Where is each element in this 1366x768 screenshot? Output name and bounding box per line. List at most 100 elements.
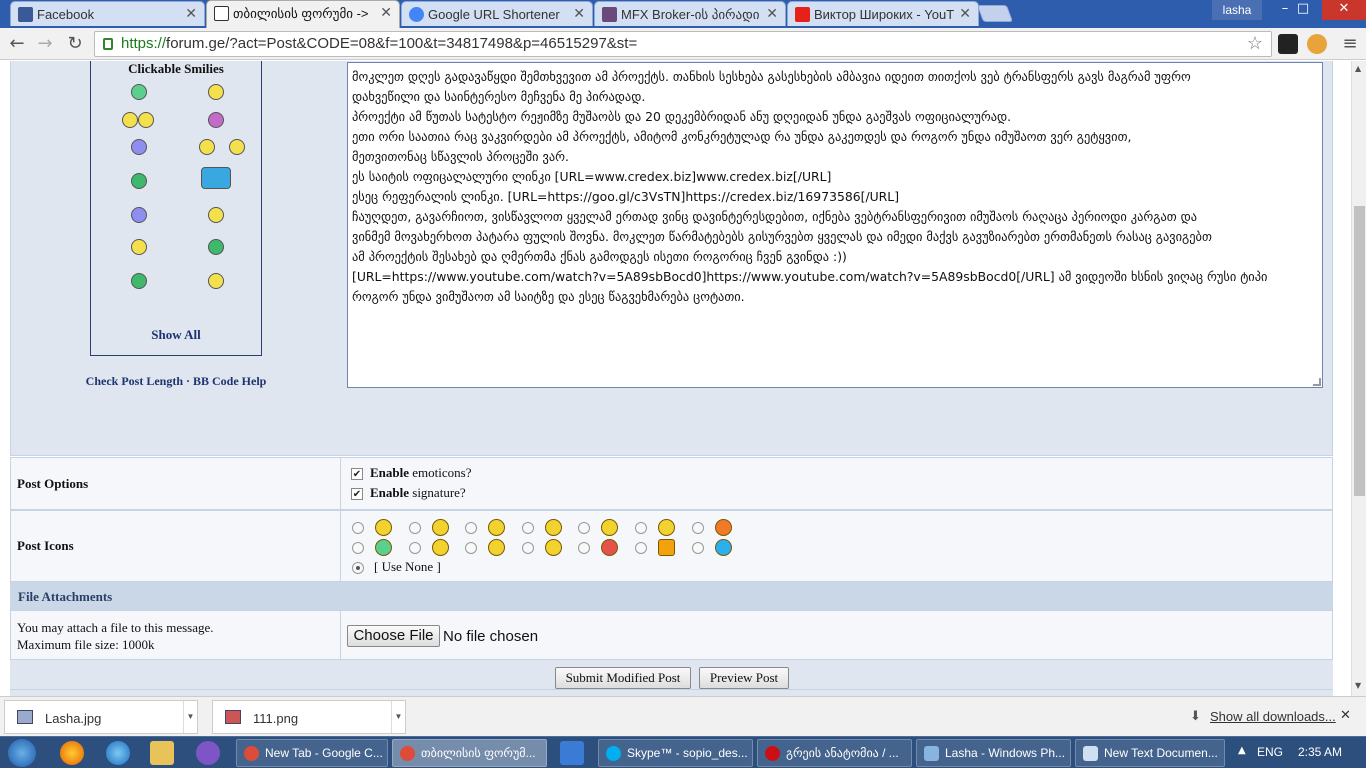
post-icon[interactable] (601, 519, 618, 536)
post-icon[interactable] (658, 539, 675, 556)
smiley-icon[interactable] (208, 112, 224, 128)
chevron-down-icon[interactable]: ▼ (183, 701, 197, 733)
choose-file-button[interactable]: Choose File (347, 625, 440, 647)
smiley-icon[interactable] (201, 167, 231, 189)
clock[interactable]: 2:35 AM (1298, 745, 1342, 759)
tab-mfx-broker[interactable]: MFX Broker-ის პირადი კ ✕ (594, 1, 786, 26)
show-all-smilies-link[interactable]: Show All (91, 327, 261, 343)
close-tab-icon[interactable]: ✕ (380, 4, 392, 21)
new-tab-button[interactable] (976, 5, 1014, 22)
firefox-icon[interactable] (60, 741, 84, 765)
post-icon-radio[interactable] (352, 542, 364, 554)
taskbar-item-greys-anatomy[interactable]: გრეის ანატომია / ... (757, 739, 912, 767)
close-tab-icon[interactable]: ✕ (185, 5, 197, 22)
preview-post-button[interactable]: Preview Post (699, 667, 789, 689)
smiley-icon[interactable] (122, 112, 138, 128)
extension-icon[interactable] (1278, 34, 1298, 54)
viber-icon[interactable] (196, 741, 220, 765)
smiley-icon[interactable] (208, 84, 224, 100)
use-none-radio[interactable] (352, 562, 364, 574)
post-icon-radio[interactable] (522, 522, 534, 534)
taskbar-item-skype[interactable]: Skype™ - sopio_des... (598, 739, 753, 767)
post-icon[interactable] (715, 519, 732, 536)
smiley-icon[interactable] (199, 139, 215, 155)
post-icon[interactable] (545, 539, 562, 556)
internet-explorer-icon[interactable] (106, 741, 130, 765)
post-icon-radio[interactable] (692, 522, 704, 534)
download-item[interactable]: 111.png ▼ (212, 700, 406, 734)
show-hidden-icons[interactable]: ▲ (1238, 745, 1246, 756)
post-icon-radio[interactable] (692, 542, 704, 554)
post-icon[interactable] (545, 519, 562, 536)
tab-youtube[interactable]: Виктор Широких - YouTu ✕ (787, 1, 979, 26)
close-tab-icon[interactable]: ✕ (766, 5, 778, 22)
post-icon[interactable] (432, 519, 449, 536)
enable-signature-checkbox[interactable]: ✔ (351, 488, 363, 500)
post-icon[interactable] (375, 519, 392, 536)
tab-forum[interactable]: თბილისის ფორუმი -> ✕ (206, 0, 400, 28)
tab-google-shortener[interactable]: Google URL Shortener ✕ (401, 1, 593, 26)
menu-icon[interactable]: ≡ (1338, 32, 1362, 56)
taskbar-item-forum[interactable]: თბილისის ფორუმ... (392, 739, 547, 767)
post-icon[interactable] (375, 539, 392, 556)
smiley-icon[interactable] (208, 239, 224, 255)
smiley-icon[interactable] (131, 84, 147, 100)
check-length-bbcode-links[interactable]: Check Post Length · BB Code Help (11, 374, 341, 389)
smiley-icon[interactable] (131, 173, 147, 189)
post-icon-radio[interactable] (522, 542, 534, 554)
scrollbar-thumb[interactable] (1354, 206, 1365, 496)
bookmark-star-icon[interactable]: ☆ (1247, 33, 1263, 54)
close-downloads-icon[interactable]: ✕ (1340, 708, 1351, 723)
post-icon[interactable] (658, 519, 675, 536)
close-tab-icon[interactable]: ✕ (573, 5, 585, 22)
scroll-down-arrow[interactable]: ▼ (1355, 681, 1361, 690)
file-explorer-icon[interactable] (150, 741, 174, 765)
smiley-icon[interactable] (229, 139, 245, 155)
resize-handle[interactable] (1313, 378, 1321, 386)
back-button[interactable]: ← (5, 32, 29, 56)
post-icon-radio[interactable] (465, 542, 477, 554)
post-icon-radio[interactable] (409, 522, 421, 534)
smiley-icon[interactable] (131, 139, 147, 155)
post-icon-radio[interactable] (465, 522, 477, 534)
address-bar[interactable]: https://forum.ge/?act=Post&CODE=08&f=100… (94, 31, 1272, 57)
close-tab-icon[interactable]: ✕ (959, 5, 971, 22)
download-item[interactable]: Lasha.jpg ▼ (4, 700, 198, 734)
smiley-icon[interactable] (208, 273, 224, 289)
chevron-down-icon[interactable]: ▼ (391, 701, 405, 733)
extension-icon[interactable] (1307, 34, 1327, 54)
forward-button[interactable]: → (33, 32, 57, 56)
post-icon-radio[interactable] (409, 542, 421, 554)
close-window-button[interactable]: ✕ (1322, 0, 1366, 20)
smiley-icon[interactable] (131, 239, 147, 255)
enable-emoticons-checkbox[interactable]: ✔ (351, 468, 363, 480)
post-icon[interactable] (488, 539, 505, 556)
post-icon-radio[interactable] (635, 522, 647, 534)
post-icon-radio[interactable] (352, 522, 364, 534)
maximize-button[interactable]: □ (1286, 0, 1320, 20)
taskbar-item-new-tab[interactable]: New Tab - Google C... (236, 739, 388, 767)
post-icon-radio[interactable] (578, 522, 590, 534)
page-scrollbar[interactable]: ▲ ▼ (1351, 61, 1366, 696)
post-icon-radio[interactable] (578, 542, 590, 554)
submit-modified-post-button[interactable]: Submit Modified Post (555, 667, 691, 689)
tab-facebook[interactable]: Facebook ✕ (10, 1, 205, 26)
smiley-icon[interactable] (208, 207, 224, 223)
post-icon[interactable] (715, 539, 732, 556)
smiley-icon[interactable] (138, 112, 154, 128)
taskbar-item-windows-photo[interactable]: Lasha - Windows Ph... (916, 739, 1071, 767)
taskbar-item-new-text-document[interactable]: New Text Documen... (1075, 739, 1225, 767)
post-textarea[interactable]: მოკლეთ დღეს გადავაწყდი შემთხვევით ამ პრო… (347, 62, 1323, 388)
app-icon[interactable] (560, 741, 584, 765)
language-indicator[interactable]: ENG (1257, 745, 1283, 759)
post-icon-radio[interactable] (635, 542, 647, 554)
post-icon[interactable] (488, 519, 505, 536)
post-icon[interactable] (432, 539, 449, 556)
smiley-icon[interactable] (131, 207, 147, 223)
show-all-downloads-link[interactable]: Show all downloads... (1210, 709, 1336, 724)
start-button[interactable] (8, 739, 36, 767)
profile-button[interactable]: lasha (1212, 0, 1262, 20)
scroll-up-arrow[interactable]: ▲ (1355, 64, 1361, 73)
smiley-icon[interactable] (131, 273, 147, 289)
post-icon[interactable] (601, 539, 618, 556)
